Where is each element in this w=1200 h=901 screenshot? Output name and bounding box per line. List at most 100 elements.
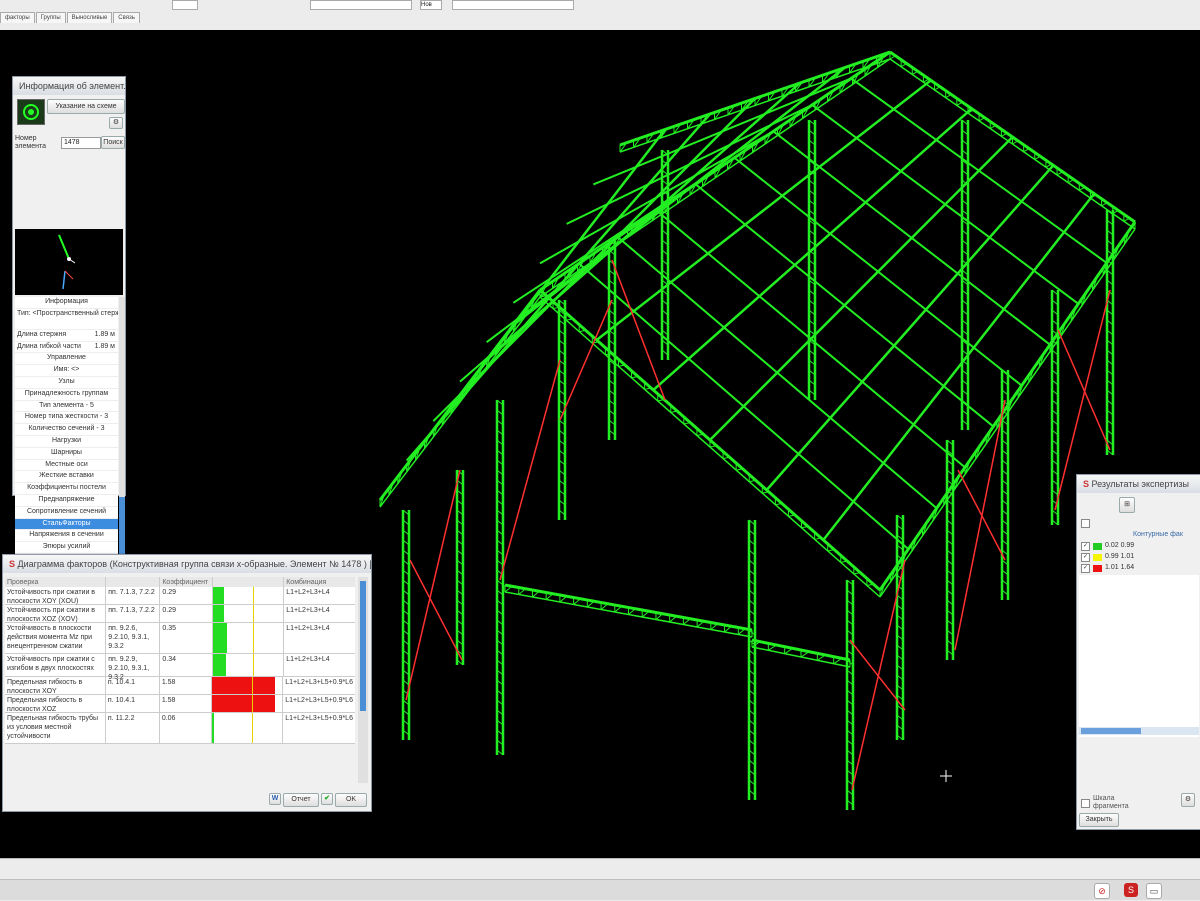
info-row[interactable]: Эпюры усилий <box>15 542 118 554</box>
factor-diagram-title-text: Диаграмма факторов (Конструктивная групп… <box>17 559 371 569</box>
clause-ref: пп. 9.2.9, 9.2.10, 9.3.1, 9.3.2 <box>106 654 161 681</box>
tab-groups[interactable]: Группы <box>35 12 66 23</box>
info-row-label: Местные оси <box>45 460 88 468</box>
limit-line <box>251 677 253 694</box>
scale-settings-icon[interactable]: ⚙ <box>1181 793 1195 807</box>
factor-bar <box>211 713 215 743</box>
element-number-input[interactable]: 1478 <box>61 137 101 149</box>
factor-row[interactable]: Устойчивость в плоскости действия момент… <box>5 623 355 654</box>
expertise-icon[interactable]: ⊞ <box>1119 497 1135 513</box>
toolbar-field-2[interactable] <box>310 0 412 10</box>
toolbar-field-4[interactable] <box>452 0 574 10</box>
toolbar-field-1[interactable] <box>172 0 198 10</box>
factor-scrollbar[interactable] <box>358 577 368 783</box>
info-row[interactable]: Тип: <Пространственный стержень> <box>15 309 118 330</box>
info-row-label: Преднапряжение <box>38 495 95 503</box>
info-row[interactable]: Длина гибкой части 1.89 м <box>15 342 118 354</box>
info-row[interactable]: СтальФакторы <box>15 518 118 531</box>
info-row[interactable]: Шарниры <box>15 448 118 460</box>
info-row[interactable]: Длина стержня 1.89 м <box>15 330 118 342</box>
info-row[interactable]: Нагрузки <box>15 436 118 448</box>
info-row-value: 1.89 м <box>94 330 115 338</box>
ok-button[interactable]: OK <box>335 793 367 807</box>
info-row[interactable]: Узлы <box>15 377 118 389</box>
check-icon[interactable]: ✔ <box>321 793 333 805</box>
info-row[interactable]: Информация <box>15 297 118 309</box>
results-checkbox[interactable] <box>1081 519 1090 528</box>
info-row-label: Управление <box>47 354 86 362</box>
clause-ref: пп. 7.1.3, 7.2.2 <box>106 605 161 622</box>
info-row[interactable]: Управление <box>15 353 118 366</box>
factor-row[interactable]: Устойчивость при сжатии с изгибом в двух… <box>5 654 355 681</box>
coefficient-value: 1.58 <box>160 677 212 694</box>
cross-brace <box>954 399 1006 651</box>
results-hscroll[interactable] <box>1079 727 1199 735</box>
info-row[interactable]: Количество сечений - 3 <box>15 424 118 436</box>
info-row-label: Длина стержня <box>17 330 67 338</box>
info-row-label: Количество сечений - 3 <box>28 425 105 433</box>
info-row[interactable]: Номер типа жесткости - 3 <box>15 412 118 425</box>
show-on-scheme-button[interactable]: Указание на схеме <box>47 99 125 114</box>
clause-ref: пп. 7.1.3, 7.2.2 <box>106 587 161 604</box>
report-button[interactable]: Отчет <box>283 793 319 807</box>
window-icon[interactable]: ▭ <box>1146 883 1162 899</box>
load-combination: L1+L2+L3+L5+0.9*L6 <box>285 715 353 722</box>
factor-row[interactable]: Устойчивость при сжатии в плоскости XOZ … <box>5 605 355 623</box>
legend-checkbox[interactable]: ✓ <box>1081 552 1090 562</box>
info-row[interactable]: Жесткие вставки <box>15 471 118 484</box>
clause-ref: п. 10.4.1 <box>106 677 160 694</box>
search-button[interactable]: Поиск <box>101 136 125 149</box>
factor-row[interactable]: Устойчивость при сжатии в плоскости XOY … <box>5 587 355 605</box>
info-row-label: Узлы <box>58 377 75 385</box>
legend-checkbox[interactable]: ✓ <box>1081 541 1090 551</box>
factor-bar-cell <box>211 713 284 743</box>
factor-row[interactable]: Предельная гибкость в плоскости XOZ п. 10… <box>5 695 355 713</box>
info-row[interactable]: Коэффициенты постели <box>15 483 118 495</box>
toolbar-field-3[interactable]: Нов <box>420 0 442 10</box>
info-tree-list[interactable]: Информация Тип: <Пространственный стержен… <box>15 297 118 569</box>
info-scrollbar[interactable] <box>119 297 125 569</box>
legend-range: 1.01 1.64 <box>1105 564 1135 571</box>
cross-brace <box>405 469 461 701</box>
ground-beam <box>817 654 826 661</box>
top-toolbar: факторы Группы Выносливые Связь Нов <box>0 0 1200 31</box>
info-row[interactable]: Сопротивление сечений <box>15 507 118 519</box>
factor-scroll-thumb[interactable] <box>360 581 366 711</box>
fragment-scale-checkbox[interactable] <box>1081 799 1090 808</box>
element-symbol-icon <box>17 99 45 125</box>
factor-table: Проверка Коэффициент Комбинация Устойчив… <box>5 577 355 744</box>
no-entry-icon[interactable]: ⊘ <box>1094 883 1110 899</box>
info-panel-title: Информация об элемент... <box>13 77 125 95</box>
coefficient-value: 0.34 <box>160 654 213 676</box>
settings-icon[interactable]: ⚙ <box>109 117 123 129</box>
info-row[interactable]: Имя: <> <box>15 365 118 377</box>
info-row[interactable]: Напряжения в сечении <box>15 530 118 543</box>
info-row-label: Жесткие вставки <box>39 472 94 480</box>
info-row[interactable]: Тип элемента - 5 <box>15 401 118 413</box>
info-row[interactable]: Принадлежность группам <box>15 389 118 401</box>
close-button[interactable]: Закрыть <box>1079 813 1119 827</box>
legend-row[interactable]: ✓ 0.99 1.01 <box>1081 552 1134 562</box>
word-icon[interactable]: W <box>269 793 281 805</box>
factor-bar-cell <box>212 654 285 676</box>
tab-endurance[interactable]: Выносливые <box>66 12 113 23</box>
legend-checkbox[interactable]: ✓ <box>1081 563 1090 573</box>
tab-connection[interactable]: Связь <box>113 12 140 23</box>
factor-row[interactable]: Предельная гибкость трубы из условия мес… <box>5 713 355 744</box>
app-icon[interactable]: S <box>1124 883 1138 897</box>
cross-brace <box>499 359 561 581</box>
app-logo-icon: S <box>1083 479 1092 489</box>
results-hscroll-thumb[interactable] <box>1081 728 1141 734</box>
results-title: S Результаты экспертизы <box>1077 475 1200 493</box>
tab-factors[interactable]: факторы <box>0 12 35 23</box>
info-scroll-thumb[interactable] <box>119 497 125 559</box>
factor-bar <box>212 654 227 676</box>
ground-beam <box>800 651 810 658</box>
factor-table-header: Проверка Коэффициент Комбинация <box>5 577 355 587</box>
legend-row[interactable]: ✓ 0.02 0.99 <box>1081 541 1134 551</box>
factor-row[interactable]: Предельная гибкость в плоскости XOY п. 10… <box>5 677 355 695</box>
info-row-label: Эпюры усилий <box>42 543 91 551</box>
info-row[interactable]: Преднапряжение <box>15 495 118 507</box>
info-row[interactable]: Местные оси <box>15 460 118 472</box>
legend-row[interactable]: ✓ 1.01 1.64 <box>1081 563 1134 573</box>
